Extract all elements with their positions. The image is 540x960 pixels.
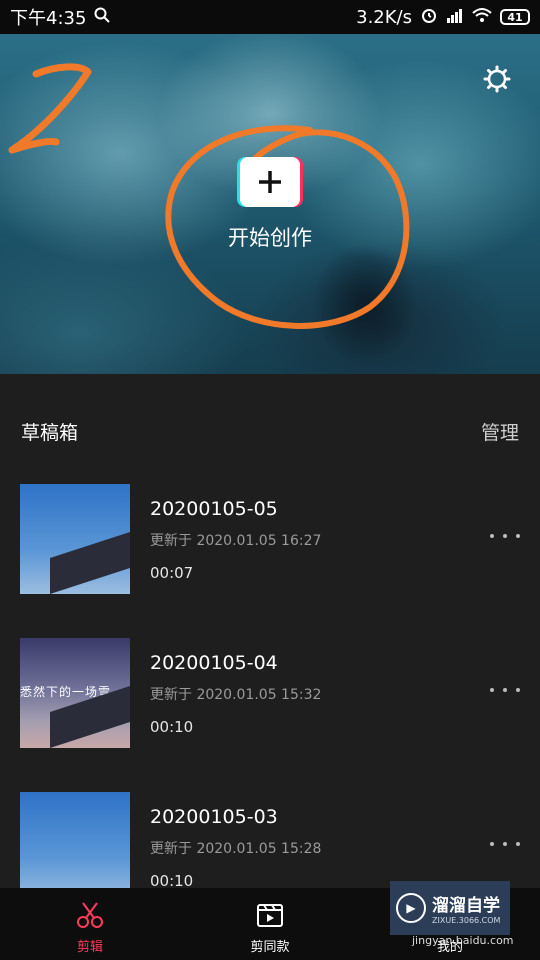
hero-banner: 开始创作 bbox=[0, 34, 540, 374]
draft-duration: 00:10 bbox=[150, 718, 194, 736]
thumbnail-silhouette bbox=[50, 528, 130, 594]
more-options-icon[interactable] bbox=[490, 680, 520, 700]
draft-updated-time: 更新于 2020.01.05 16:27 bbox=[150, 533, 322, 549]
draft-duration: 00:07 bbox=[150, 564, 194, 582]
drafts-section: 草稿箱 管理 20200105-05 更新于 2020.01.05 16:27 … bbox=[0, 374, 540, 888]
annotation-z-scribble bbox=[8, 63, 92, 154]
draft-item[interactable]: 20200105-03 更新于 2020.01.05 15:28 00:10 bbox=[20, 792, 520, 888]
drafts-header: 草稿箱 管理 bbox=[21, 418, 519, 445]
tab-templates[interactable]: 剪同款 bbox=[180, 888, 360, 960]
tab-edit[interactable]: 剪辑 bbox=[0, 888, 180, 960]
drafts-title: 草稿箱 bbox=[21, 422, 79, 444]
watermark-brand: 溜溜自学 bbox=[432, 896, 500, 916]
more-options-icon[interactable] bbox=[490, 834, 520, 854]
start-creation-button[interactable] bbox=[240, 157, 300, 207]
plus-icon bbox=[259, 171, 281, 193]
draft-updated-time: 更新于 2020.01.05 15:32 bbox=[150, 687, 322, 703]
draft-duration: 00:10 bbox=[150, 872, 194, 888]
clapperboard-icon bbox=[257, 904, 283, 927]
draft-thumbnail[interactable]: 悉然下的一场雪 bbox=[20, 638, 130, 748]
draft-name: 20200105-03 bbox=[150, 806, 278, 828]
wifi-icon bbox=[472, 7, 492, 28]
draft-item[interactable]: 20200105-05 更新于 2020.01.05 16:27 00:07 bbox=[20, 484, 520, 594]
tab-edit-label: 剪辑 bbox=[76, 940, 103, 955]
tab-templates-label: 剪同款 bbox=[250, 940, 290, 955]
gear-icon bbox=[483, 65, 511, 93]
play-icon: ▶ bbox=[396, 893, 426, 923]
watermark-badge: ▶ 溜溜自学 ZIXUE.3066.COM bbox=[390, 881, 510, 935]
draft-thumbnail[interactable] bbox=[20, 792, 130, 888]
settings-button[interactable] bbox=[480, 62, 514, 96]
alarm-icon bbox=[420, 6, 438, 29]
manage-button[interactable]: 管理 bbox=[481, 418, 519, 445]
draft-thumbnail[interactable] bbox=[20, 484, 130, 594]
draft-name: 20200105-04 bbox=[150, 652, 278, 674]
search-icon bbox=[94, 7, 111, 28]
draft-name: 20200105-05 bbox=[150, 498, 278, 520]
battery-icon: 41 bbox=[500, 9, 530, 25]
watermark-domain: ZIXUE.3066.COM bbox=[432, 916, 501, 925]
network-speed: 3.2K/s bbox=[356, 6, 412, 28]
more-options-icon[interactable] bbox=[490, 526, 520, 546]
signal-icon bbox=[446, 7, 464, 28]
status-bar: 下午4:35 3.2K/s 41 bbox=[0, 0, 540, 34]
status-time: 下午4:35 bbox=[10, 8, 87, 29]
watermark-url: jingyan.baidu.com bbox=[412, 934, 514, 947]
draft-updated-time: 更新于 2020.01.05 15:28 bbox=[150, 841, 322, 857]
draft-item[interactable]: 悉然下的一场雪 20200105-04 更新于 2020.01.05 15:32… bbox=[20, 638, 520, 748]
scissors-icon bbox=[77, 902, 103, 928]
start-creation-label[interactable]: 开始创作 bbox=[200, 222, 340, 252]
